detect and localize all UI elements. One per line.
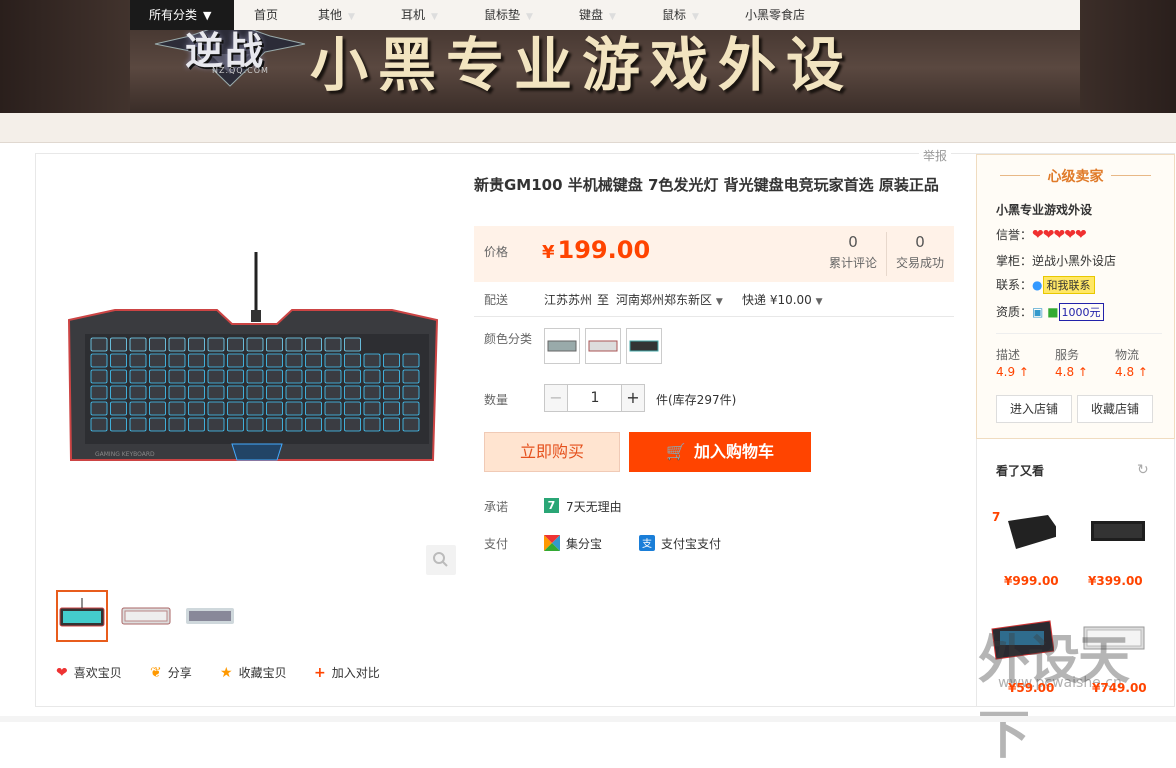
compare-button[interactable]: + 加入对比 [314,664,380,681]
ship-to-word: 至 [597,293,610,307]
chevron-down-icon: ▼ [715,297,723,307]
nav-item-other[interactable]: 其他 ▼ [318,0,355,30]
alipay-icon: 支 [639,535,655,551]
quantity-decrease[interactable]: − [544,384,568,412]
id-card-icon: ▣ [1032,305,1044,319]
rec-price-1[interactable]: ¥999.00 [1004,574,1059,588]
dropdown-arrow-icon: ▼ [203,9,212,22]
rec-price-2[interactable]: ¥399.00 [1088,574,1143,588]
rec-price-4[interactable]: ¥749.00 [1092,681,1147,695]
dropdown-arrow-icon: ▼ [431,12,438,22]
favorite-button[interactable]: ★ 收藏宝贝 [220,664,287,681]
footer-strip [0,716,1176,722]
score-description: 描述 4.9 ↑ [996,348,1029,379]
promise-text[interactable]: 7天无理由 [566,498,622,515]
score-service: 服务 4.8 ↑ [1055,348,1088,379]
product-title: 新贵GM100 半机械键盘 7色发光灯 背光键盘电竞玩家首选 原装正品 [474,176,939,194]
heart-icon: ❤ [56,665,68,681]
price-value: ¥199.00 [542,236,651,264]
dropdown-arrow-icon: ▼ [526,12,533,22]
dropdown-arrow-icon: ▼ [609,12,616,22]
favorite-shop-button[interactable]: 收藏店铺 [1077,395,1153,423]
thumb-1[interactable] [56,590,108,642]
sales-count: 0 交易成功 [895,233,944,270]
nav-all-categories[interactable]: 所有分类 ▼ [130,0,234,30]
report-link[interactable]: 举报 [919,147,952,164]
review-count[interactable]: 0 累计评论 [826,233,880,271]
quantity-increase[interactable]: + [621,384,645,412]
also-viewed-title: 看了又看 [996,464,1045,478]
pay-jifenbao[interactable]: 集分宝 [566,535,602,552]
thumb-2[interactable] [120,590,172,642]
zoom-button[interactable] [426,545,456,575]
shop-title: 小黑专业游戏外设 [310,31,855,99]
svg-text:GAMING KEYBOARD: GAMING KEYBOARD [95,451,155,458]
seller-name[interactable]: 小黑专业游戏外设 [996,201,1092,218]
rec-item-1[interactable]: 7 [992,505,1056,555]
sku-option-1[interactable] [544,328,580,364]
color-label: 颜色分类 [484,332,533,346]
nav-item-headphones[interactable]: 耳机 ▼ [401,0,438,30]
sku-option-3[interactable] [626,328,662,364]
seller-level: 心级卖家 [976,166,1175,186]
shipping-label: 配送 [484,293,509,307]
nav-item-mouse[interactable]: 鼠标 ▼ [662,0,699,30]
dropdown-arrow-icon: ▼ [692,12,699,22]
seller-keeper: 掌柜：逆战小黑外设店 [996,254,1117,268]
svg-text:支: 支 [642,538,652,550]
top-nav [0,113,1176,143]
rec-item-2[interactable] [1085,505,1149,555]
chevron-down-icon: ▼ [815,297,823,307]
heart-rating-icon: ❤❤❤❤❤ [1032,227,1087,243]
like-button[interactable]: ❤ 喜欢宝贝 [56,664,122,681]
logo-subtext: NZ.QQ.COM [212,66,269,75]
sku-option-2[interactable] [585,328,621,364]
ship-fee-select[interactable]: 快递 ¥10.00 ▼ [742,291,823,308]
enter-shop-button[interactable]: 进入店铺 [996,395,1072,423]
nav-item-keyboard[interactable]: 键盘 ▼ [579,0,616,30]
divider [886,232,887,276]
ship-to-select[interactable]: 河南郑州郑东新区 ▼ [616,291,723,308]
star-icon: ★ [220,665,233,681]
refresh-icon[interactable]: ↻ [1137,462,1149,478]
ship-from: 江苏苏州 [544,293,593,307]
deposit-icon: ■ [1047,305,1059,319]
magnifier-icon [433,552,448,567]
cart-icon: 🛒 [666,442,686,461]
seller-qualification: 资质：▣ ■ 1000元 [996,303,1104,321]
dropdown-arrow-icon: ▼ [348,12,355,22]
add-to-cart-button[interactable]: 🛒 加入购物车 [629,432,811,472]
payment-label: 支付 [484,537,509,551]
divider [474,316,954,317]
deposit-badge[interactable]: 1000元 [1058,303,1104,321]
divider [996,333,1162,334]
promise-label: 承诺 [484,500,509,514]
seller-contact: 联系：● 和我联系 [996,276,1095,294]
quantity-input[interactable]: 1 [568,384,622,412]
thumb-3[interactable] [184,590,236,642]
svg-text:7: 7 [992,510,1000,524]
jifenbao-icon [544,535,560,551]
pay-alipay[interactable]: 支付宝支付 [661,535,721,552]
quantity-label: 数量 [484,393,509,407]
seven-day-icon: 7 [544,498,559,513]
rec-price-3[interactable]: ¥59.00 [1008,681,1054,695]
share-icon: ❦ [150,665,162,681]
contact-button[interactable]: 和我联系 [1042,276,1095,294]
keeper-link[interactable]: 逆战小黑外设店 [1032,254,1116,268]
nav-item-mousepad[interactable]: 鼠标垫 ▼ [484,0,533,30]
score-logistics: 物流 4.8 ↑ [1115,348,1148,379]
price-label: 价格 [484,245,509,259]
nav-item-snack-shop[interactable]: 小黑零食店 [745,0,805,30]
product-image[interactable]: GAMING KEYBOARD [57,182,457,577]
buy-now-button[interactable]: 立即购买 [484,432,620,472]
plus-icon: + [314,665,326,681]
nav-item-home[interactable]: 首页 [254,0,278,30]
stock-text: 件(库存297件) [656,393,737,407]
seller-credit: 信誉：❤❤❤❤❤ [996,227,1087,243]
wangwang-icon: ● [1032,278,1043,292]
share-button[interactable]: ❦ 分享 [150,664,192,681]
